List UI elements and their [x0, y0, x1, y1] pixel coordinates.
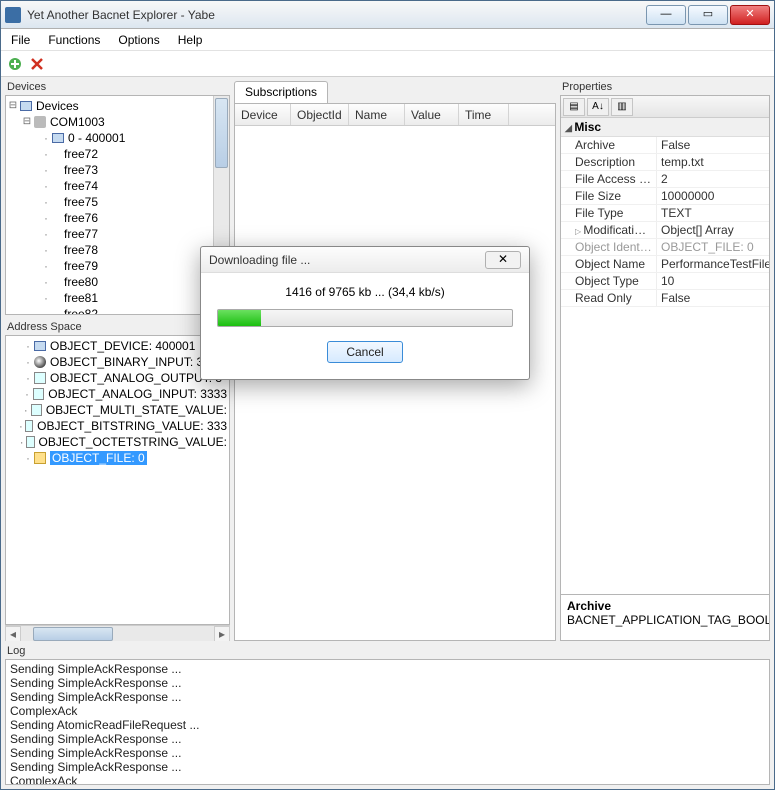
toolbar	[1, 51, 774, 77]
log-pane[interactable]: Sending SimpleAckResponse ...Sending Sim…	[5, 659, 770, 785]
add-icon[interactable]	[7, 56, 23, 72]
log-line: ComplexAck	[10, 774, 765, 785]
log-line: Sending AtomicReadFileRequest ...	[10, 718, 765, 732]
menu-functions[interactable]: Functions	[48, 33, 100, 47]
dialog-close-button[interactable]: ✕	[485, 251, 521, 269]
tree-free-1[interactable]: ·free73	[8, 162, 227, 178]
close-button[interactable]: ✕	[730, 5, 770, 25]
dialog-titlebar[interactable]: Downloading file ... ✕	[201, 247, 529, 273]
properties-toolbar: ▤ A↓ ▥	[561, 96, 769, 118]
download-status: 1416 of 9765 kb ... (34,4 kb/s)	[217, 285, 513, 299]
prop-row-4[interactable]: File TypeTEXT	[561, 205, 769, 222]
addr-item-4[interactable]: ·OBJECT_MULTI_STATE_VALUE:	[8, 402, 227, 418]
tree-port[interactable]: ⊟COM1003	[8, 114, 227, 130]
app-icon	[5, 7, 21, 23]
addr-item-7[interactable]: ·OBJECT_FILE: 0	[8, 450, 227, 466]
prop-category[interactable]: Misc	[561, 118, 769, 137]
address-space-pane: ·OBJECT_DEVICE: 400001·OBJECT_BINARY_INP…	[5, 335, 230, 625]
addr-item-0[interactable]: ·OBJECT_DEVICE: 400001	[8, 338, 227, 354]
addr-item-3[interactable]: ·OBJECT_ANALOG_INPUT: 3333	[8, 386, 227, 402]
tree-free-3[interactable]: ·free75	[8, 194, 227, 210]
delete-icon[interactable]	[29, 56, 45, 72]
tree-free-6[interactable]: ·free78	[8, 242, 227, 258]
tree-free-7[interactable]: ·free79	[8, 258, 227, 274]
addr-item-1[interactable]: ·OBJECT_BINARY_INPUT: 3	[8, 354, 227, 370]
log-line: ComplexAck	[10, 704, 765, 718]
maximize-button[interactable]: ▭	[688, 5, 728, 25]
subs-col-name[interactable]: Name	[349, 104, 405, 125]
tree-free-2[interactable]: ·free74	[8, 178, 227, 194]
addr-item-5[interactable]: ·OBJECT_BITSTRING_VALUE: 333	[8, 418, 227, 434]
menu-file[interactable]: File	[11, 33, 30, 47]
property-description: Archive BACNET_APPLICATION_TAG_BOOLEAN	[561, 594, 769, 640]
addr-item-6[interactable]: ·OBJECT_OCTETSTRING_VALUE:	[8, 434, 227, 450]
tree-free-10[interactable]: ·free82	[8, 306, 227, 315]
cancel-button[interactable]: Cancel	[327, 341, 402, 363]
subs-col-time[interactable]: Time	[459, 104, 509, 125]
devices-label: Devices	[5, 81, 230, 95]
prop-row-1[interactable]: Descriptiontemp.txt	[561, 154, 769, 171]
tab-subscriptions[interactable]: Subscriptions	[234, 81, 328, 103]
log-line: Sending SimpleAckResponse ...	[10, 662, 765, 676]
download-dialog: Downloading file ... ✕ 1416 of 9765 kb .…	[200, 246, 530, 380]
tree-free-9[interactable]: ·free81	[8, 290, 227, 306]
log-line: Sending SimpleAckResponse ...	[10, 690, 765, 704]
prop-categorized-button[interactable]: ▤	[563, 98, 585, 116]
log-line: Sending SimpleAckResponse ...	[10, 732, 765, 746]
subs-col-objectid[interactable]: ObjectId	[291, 104, 349, 125]
prop-row-6[interactable]: Object IdentifierOBJECT_FILE: 0	[561, 239, 769, 256]
tree-root-devices[interactable]: ⊟Devices	[8, 98, 227, 114]
minimize-button[interactable]: —	[646, 5, 686, 25]
prop-pages-button[interactable]: ▥	[611, 98, 633, 116]
menubar: File Functions Options Help	[1, 29, 774, 51]
app-window: Yet Another Bacnet Explorer - Yabe — ▭ ✕…	[0, 0, 775, 790]
address-space-hscrollbar[interactable]: ◂▸	[5, 625, 230, 641]
log-line: Sending SimpleAckResponse ...	[10, 760, 765, 774]
tree-free-0[interactable]: ·free72	[8, 146, 227, 162]
prop-row-2[interactable]: File Access Met2	[561, 171, 769, 188]
dialog-title: Downloading file ...	[209, 253, 485, 267]
menu-help[interactable]: Help	[178, 33, 203, 47]
subs-col-value[interactable]: Value	[405, 104, 459, 125]
properties-label: Properties	[560, 81, 770, 95]
titlebar[interactable]: Yet Another Bacnet Explorer - Yabe — ▭ ✕	[1, 1, 774, 29]
window-title: Yet Another Bacnet Explorer - Yabe	[27, 8, 646, 22]
log-label: Log	[5, 645, 770, 659]
addr-item-2[interactable]: ·OBJECT_ANALOG_OUTPUT: 3	[8, 370, 227, 386]
tree-free-8[interactable]: ·free80	[8, 274, 227, 290]
prop-row-5[interactable]: Modification DaObject[] Array	[561, 222, 769, 239]
progress-bar	[217, 309, 513, 327]
prop-row-7[interactable]: Object NamePerformanceTestFile	[561, 256, 769, 273]
prop-row-3[interactable]: File Size10000000	[561, 188, 769, 205]
tree-device[interactable]: ·0 - 400001	[8, 130, 227, 146]
prop-row-9[interactable]: Read OnlyFalse	[561, 290, 769, 307]
prop-row-8[interactable]: Object Type10	[561, 273, 769, 290]
properties-pane: ▤ A↓ ▥ MiscArchiveFalseDescriptiontemp.t…	[560, 95, 770, 641]
propdesc-title: Archive	[567, 599, 763, 613]
address-space-label: Address Space	[5, 321, 230, 335]
menu-options[interactable]: Options	[118, 33, 159, 47]
devices-pane: ⊟Devices⊟COM1003·0 - 400001·free72·free7…	[5, 95, 230, 315]
tree-free-5[interactable]: ·free77	[8, 226, 227, 242]
log-line: Sending SimpleAckResponse ...	[10, 746, 765, 760]
prop-row-0[interactable]: ArchiveFalse	[561, 137, 769, 154]
prop-alpha-button[interactable]: A↓	[587, 98, 609, 116]
subs-col-device[interactable]: Device	[235, 104, 291, 125]
log-line: Sending SimpleAckResponse ...	[10, 676, 765, 690]
propdesc-body: BACNET_APPLICATION_TAG_BOOLEAN	[567, 613, 770, 627]
tree-free-4[interactable]: ·free76	[8, 210, 227, 226]
